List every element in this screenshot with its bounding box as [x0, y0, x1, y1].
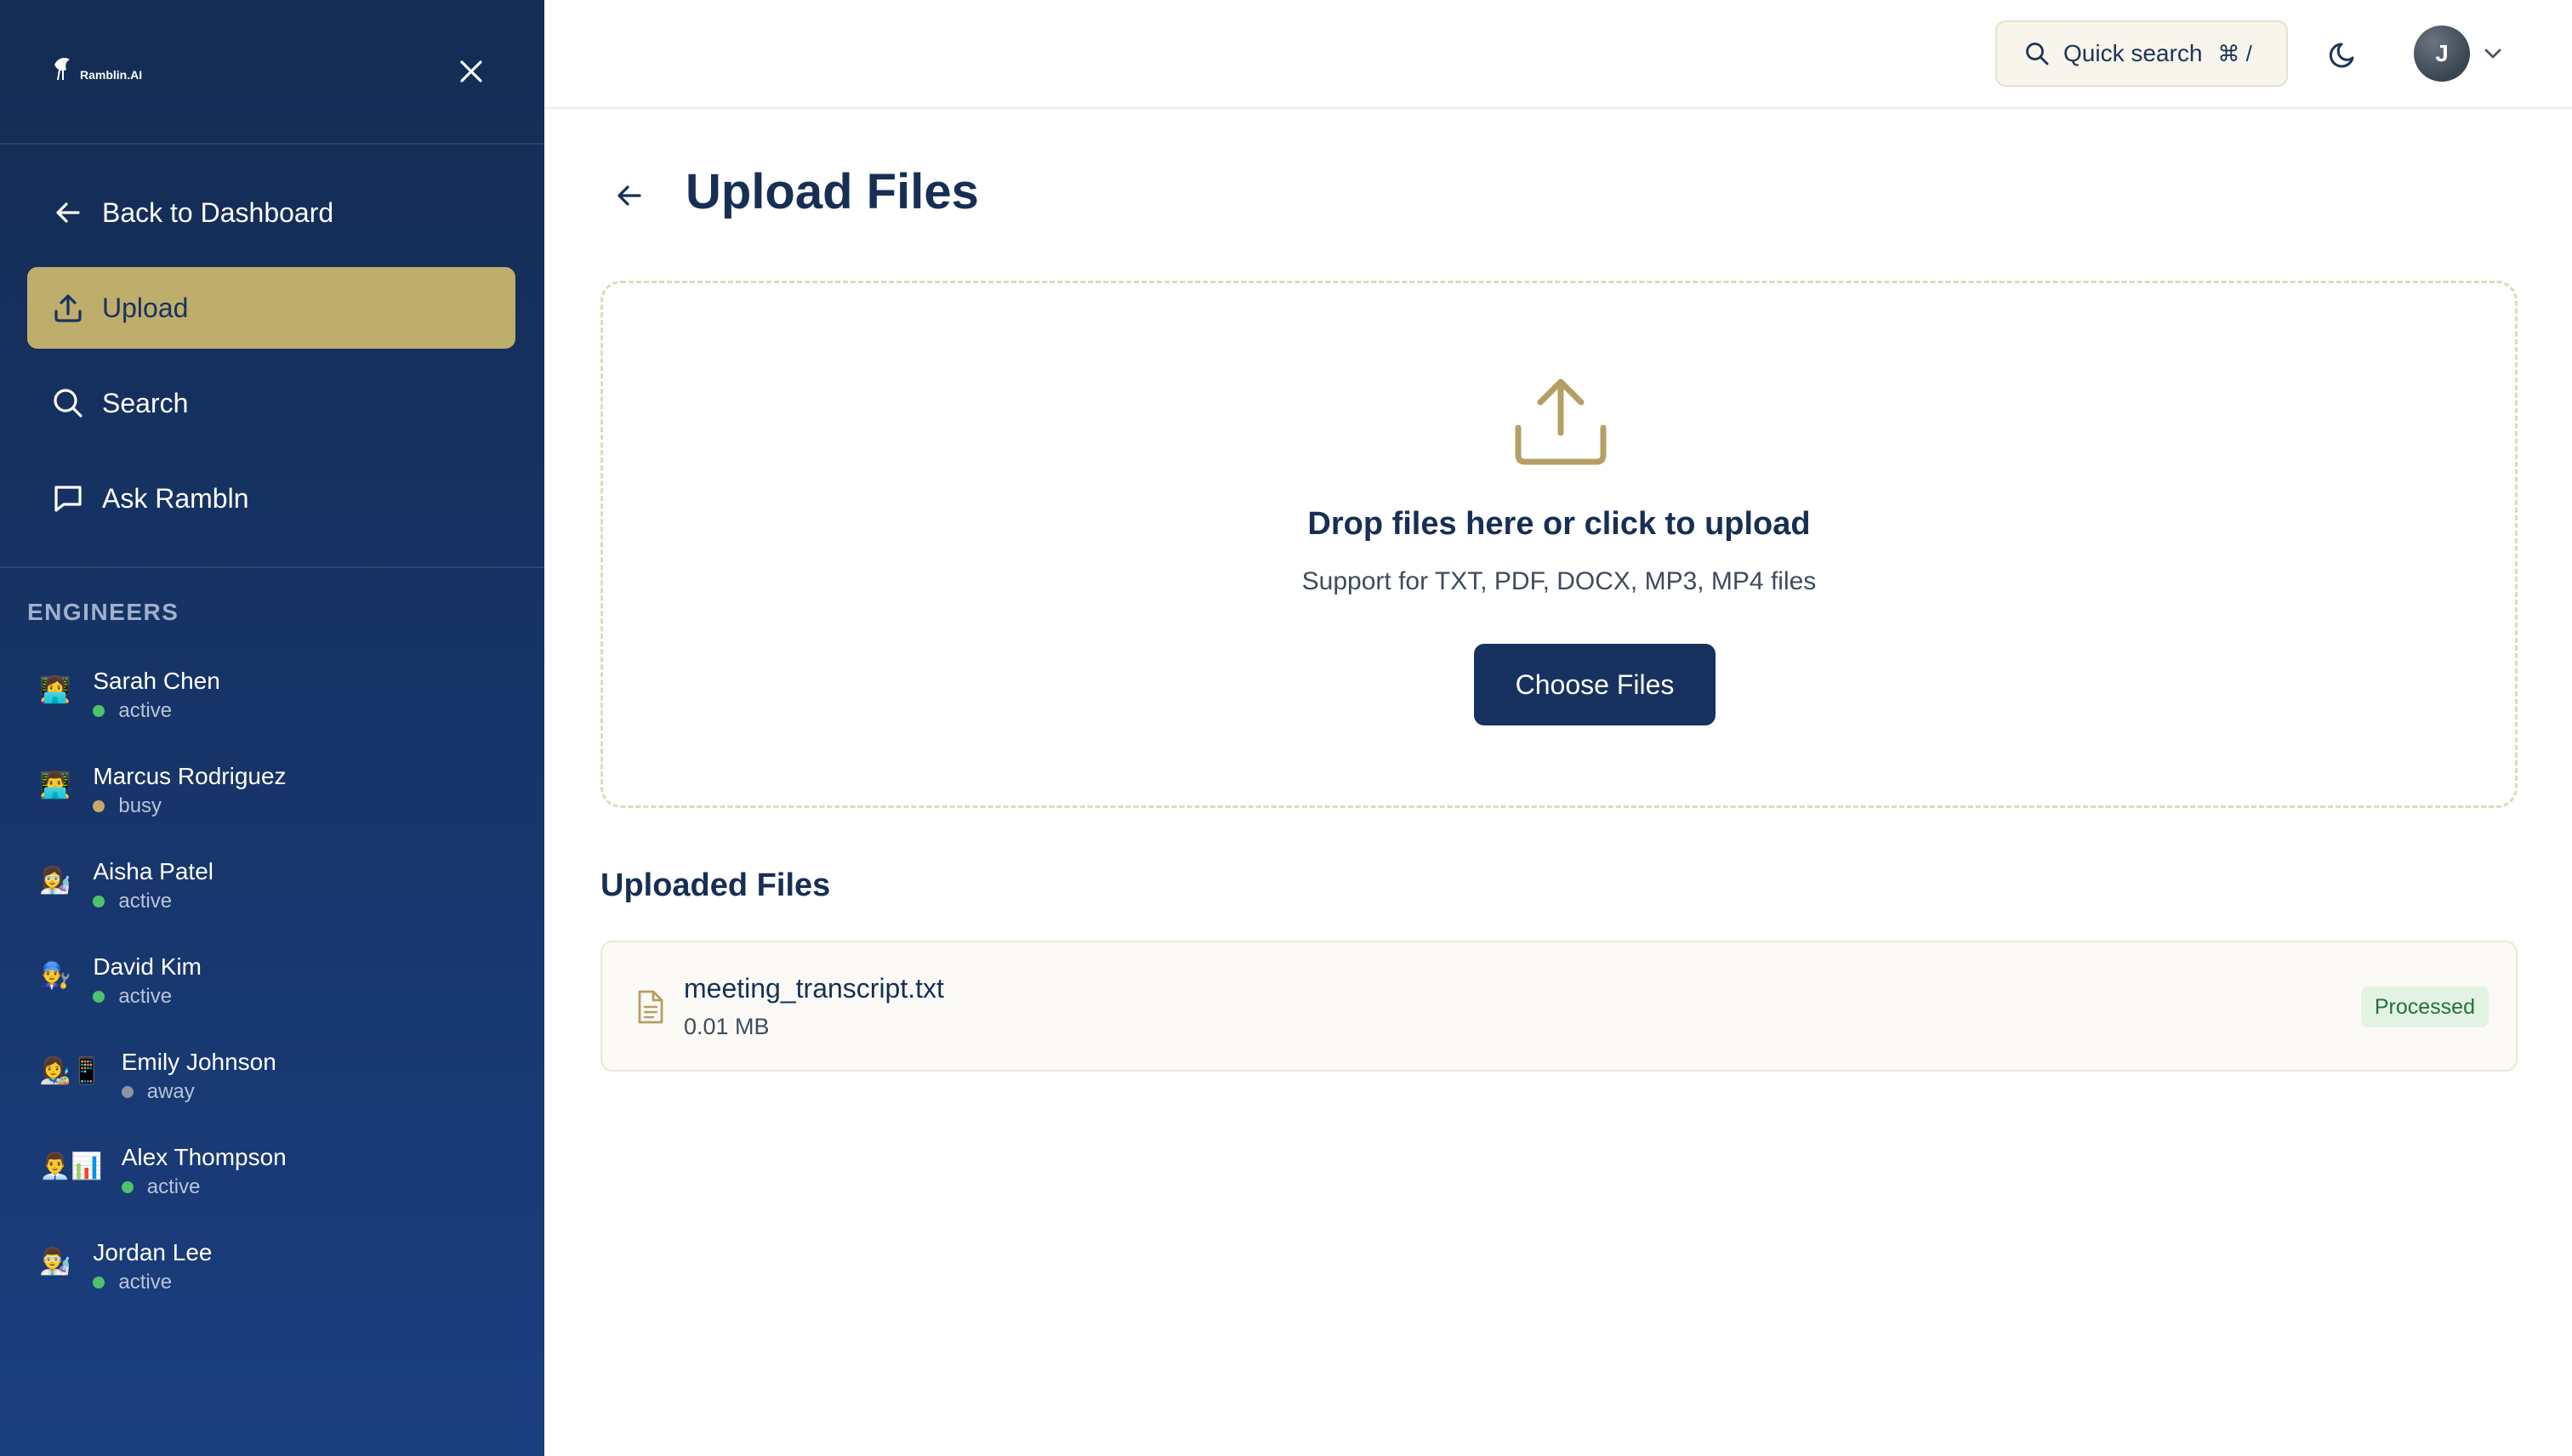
quick-search-label: Quick search: [2063, 40, 2203, 66]
user-menu-toggle[interactable]: [2480, 41, 2506, 66]
status-dot: [121, 1086, 134, 1098]
brand-logo[interactable]: Ramblin.AI: [51, 54, 142, 83]
engineer-avatar: 👩‍🔬: [39, 867, 71, 895]
nav-label: Back to Dashboard: [102, 196, 334, 228]
engineer-name: Jordan Lee: [93, 1239, 213, 1265]
upload-icon: [49, 289, 87, 327]
engineer-item[interactable]: 👨‍🔬 Jordan Lee active: [27, 1230, 515, 1325]
brand-name: Ramblin.AI: [80, 68, 143, 82]
engineer-status: active: [118, 890, 173, 913]
engineer-status: active: [118, 1271, 173, 1294]
moon-icon: [2329, 43, 2354, 68]
engineer-status: away: [146, 1080, 195, 1103]
engineer-avatar: 👨‍💻: [39, 771, 71, 799]
arrow-left-icon: [617, 185, 641, 206]
quick-search-button[interactable]: Quick search ⌘ /: [1995, 20, 2288, 87]
user-avatar[interactable]: J: [2414, 26, 2470, 82]
close-icon: [460, 60, 482, 82]
engineer-item[interactable]: 👨‍💼📊 Alex Thompson active: [27, 1135, 515, 1230]
engineer-avatar: 👨‍🔬: [39, 1248, 71, 1276]
engineer-status: busy: [118, 794, 162, 817]
engineer-item[interactable]: 👨‍💻 Marcus Rodriguez busy: [27, 754, 515, 849]
nav-back-to-dashboard[interactable]: Back to Dashboard: [27, 172, 515, 253]
search-icon: [2026, 43, 2049, 65]
engineer-item[interactable]: 👨‍🔧 David Kim active: [27, 944, 515, 1039]
file-text-icon: [638, 990, 663, 1024]
engineer-name: Emily Johnson: [121, 1049, 276, 1075]
nav-upload[interactable]: Upload: [27, 267, 515, 349]
nav-label: Search: [102, 387, 189, 418]
status-dot: [93, 1277, 105, 1288]
close-sidebar-button[interactable]: [454, 54, 488, 88]
engineer-name: Sarah Chen: [93, 668, 220, 694]
file-size: 0.01 MB: [684, 1014, 770, 1039]
search-icon: [49, 384, 87, 422]
nav-ask-rambln[interactable]: Ask Rambln: [27, 458, 515, 539]
status-dot: [93, 705, 105, 717]
status-dot: [121, 1181, 134, 1193]
upload-icon: [1515, 378, 1607, 465]
sidebar-nav: Back to Dashboard Upload Search Ask Ramb…: [27, 172, 515, 553]
sidebar-divider: [0, 566, 544, 568]
page-title: Upload Files: [686, 164, 979, 219]
engineer-name: Aisha Patel: [93, 858, 213, 884]
status-dot: [93, 991, 105, 1003]
sidebar-header: Ramblin.AI: [0, 0, 544, 145]
arrow-left-icon: [49, 194, 87, 231]
theme-toggle-button[interactable]: [2322, 32, 2366, 77]
engineer-avatar: 👨‍🔧: [39, 962, 71, 990]
dropzone-title: Drop files here or click to upload: [1307, 506, 1811, 542]
nav-search[interactable]: Search: [27, 362, 515, 444]
file-list-item[interactable]: meeting_transcript.txt 0.01 MB Processed: [600, 941, 2518, 1072]
engineer-name: Marcus Rodriguez: [93, 763, 287, 789]
uploaded-files-title: Uploaded Files: [600, 867, 831, 903]
nav-label: Upload: [102, 292, 189, 323]
engineers-list: 👩‍💻 Sarah Chen active 👨‍💻 Marcus Rodrigu…: [27, 658, 515, 1325]
engineer-status: active: [118, 985, 173, 1008]
status-dot: [93, 800, 105, 812]
engineers-section-label: ENGINEERS: [27, 599, 179, 625]
nav-label: Ask Rambln: [102, 482, 249, 514]
engineer-status: active: [118, 699, 173, 722]
back-button[interactable]: [607, 173, 652, 218]
engineer-item[interactable]: 👩‍💻 Sarah Chen active: [27, 658, 515, 754]
engineer-name: Alex Thompson: [121, 1144, 287, 1170]
bird-logo-icon: [54, 58, 70, 81]
file-dropzone[interactable]: Drop files here or click to upload Suppo…: [600, 281, 2518, 808]
quick-search-shortcut: ⌘ /: [2217, 40, 2252, 66]
chat-icon: [49, 480, 87, 517]
status-badge: Processed: [2360, 987, 2489, 1027]
engineer-avatar: 👩‍💻: [39, 676, 71, 704]
engineer-name: David Kim: [93, 953, 202, 980]
dropzone-subtitle: Support for TXT, PDF, DOCX, MP3, MP4 fil…: [1301, 567, 1817, 595]
engineer-avatar: 👩‍🎨📱: [39, 1057, 103, 1085]
top-bar: Quick search ⌘ / J: [544, 0, 2572, 109]
app-root: Ramblin.AI Back to Dashboard Upload Sear…: [0, 0, 2572, 1456]
engineer-item[interactable]: 👩‍🔬 Aisha Patel active: [27, 849, 515, 944]
engineer-status: active: [146, 1175, 201, 1198]
engineer-avatar: 👨‍💼📊: [39, 1152, 103, 1180]
choose-files-button[interactable]: Choose Files: [1474, 644, 1716, 725]
engineer-item[interactable]: 👩‍🎨📱 Emily Johnson away: [27, 1039, 515, 1135]
file-name: meeting_transcript.txt: [684, 973, 944, 1004]
status-dot: [93, 896, 105, 907]
chevron-down-icon: [2484, 48, 2501, 59]
sidebar: Ramblin.AI Back to Dashboard Upload Sear…: [0, 0, 544, 1456]
